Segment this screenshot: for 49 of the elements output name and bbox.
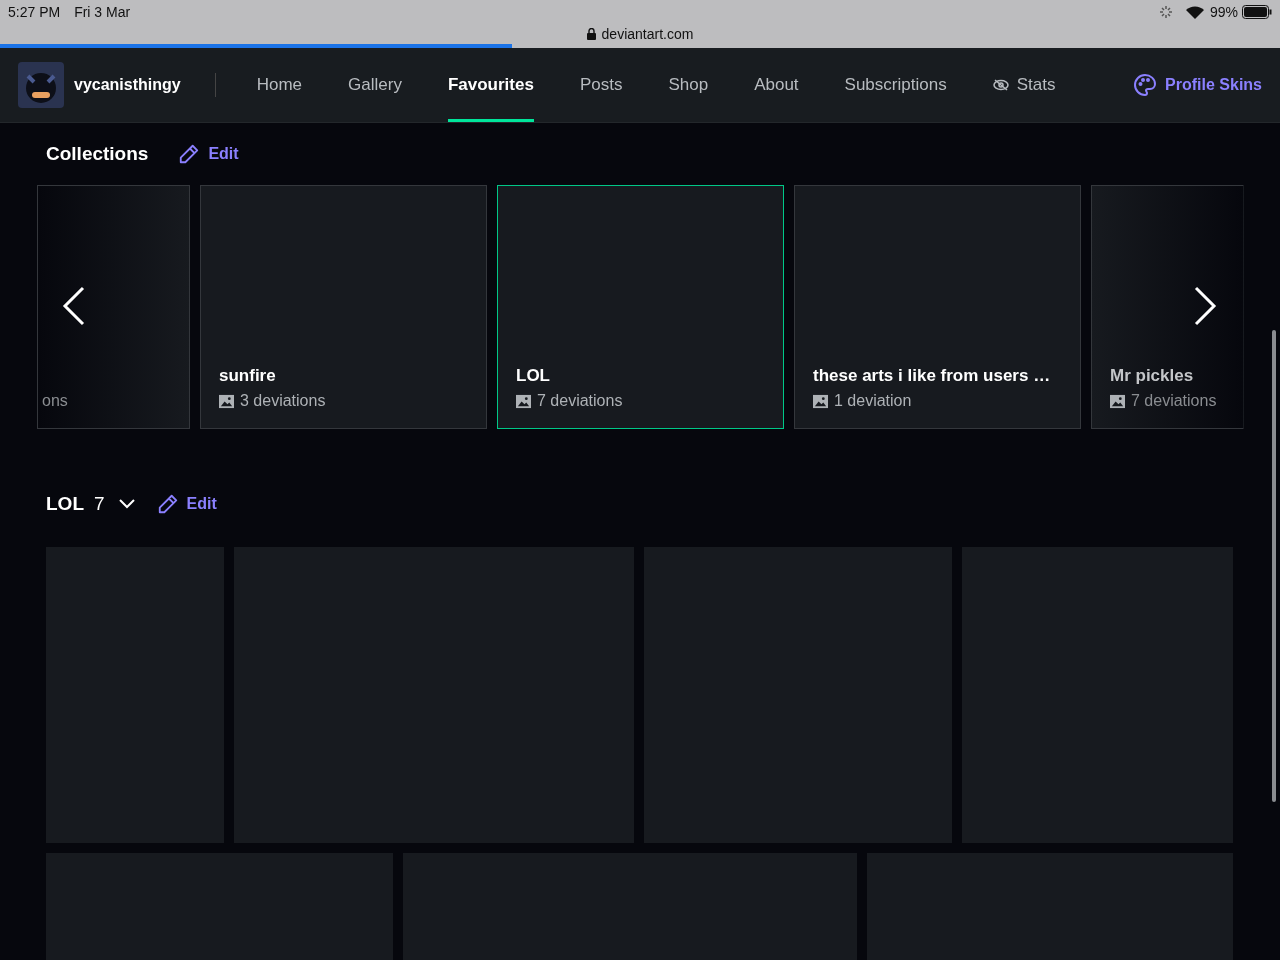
nav-tab[interactable]: Stats	[992, 48, 1056, 122]
collection-card[interactable]: these arts i like from users … 1 deviation	[794, 185, 1081, 429]
nav-tab[interactable]: Shop	[668, 48, 709, 122]
battery-icon	[1242, 5, 1272, 19]
lock-icon	[586, 28, 596, 40]
previous-button[interactable]	[62, 286, 86, 326]
palette-icon	[1133, 73, 1158, 97]
collection-card[interactable]: sunfire 3 deviations	[200, 185, 487, 429]
collection-name: these arts i like from users …	[813, 366, 1052, 386]
next-button[interactable]	[1193, 286, 1217, 326]
collection-card[interactable]: LOL 7 deviations	[497, 185, 784, 429]
activity-spinner-icon	[1159, 6, 1172, 18]
image-icon	[219, 393, 234, 409]
collection-name: sunfire	[219, 366, 277, 386]
avatar[interactable]	[18, 62, 64, 108]
folder-title: LOL	[46, 493, 84, 515]
url-text[interactable]: deviantart.com	[601, 26, 694, 42]
eye-slash-icon	[992, 79, 1009, 91]
image-icon	[516, 393, 531, 409]
nav-tab[interactable]: Gallery	[348, 48, 402, 122]
battery-percent: 99%	[1209, 4, 1238, 20]
edit-link[interactable]: Edit	[156, 493, 217, 515]
profile-skins-link[interactable]: Profile Skins	[1133, 73, 1262, 97]
collection-name: LOL	[516, 366, 551, 386]
status-time: 5:27 PM	[8, 4, 61, 20]
username[interactable]: vycanisthingy	[74, 76, 181, 94]
nav-tab[interactable]: About	[754, 48, 799, 122]
edit-link[interactable]: Edit	[178, 143, 239, 165]
collection-name: Mr pickles	[1110, 366, 1195, 386]
collection-count: 3 deviations	[219, 392, 468, 410]
image-icon	[1110, 393, 1125, 409]
nav-tab[interactable]: Favourites	[447, 48, 534, 122]
collection-card[interactable]: ons	[37, 185, 190, 429]
pencil-icon	[156, 493, 179, 515]
nav-tab[interactable]: Posts	[579, 48, 623, 122]
section-title: Collections	[46, 143, 149, 165]
collection-count: 1 deviation	[813, 392, 1062, 410]
collection-count: 7 deviations	[1110, 392, 1237, 410]
chevron-down-icon[interactable]	[118, 499, 135, 509]
wifi-icon	[1185, 5, 1204, 19]
collection-count: ons	[42, 392, 69, 410]
pencil-icon	[178, 143, 201, 165]
folder-count: 7	[94, 493, 105, 515]
collection-count: 7 deviations	[516, 392, 765, 410]
collection-card[interactable]: Mr pickles 7 deviations	[1091, 185, 1244, 429]
nav-tab[interactable]: Subscriptions	[844, 48, 947, 122]
status-date: Fri 3 Mar	[74, 4, 131, 20]
nav-tab[interactable]: Home	[256, 48, 303, 122]
image-icon	[813, 393, 828, 409]
